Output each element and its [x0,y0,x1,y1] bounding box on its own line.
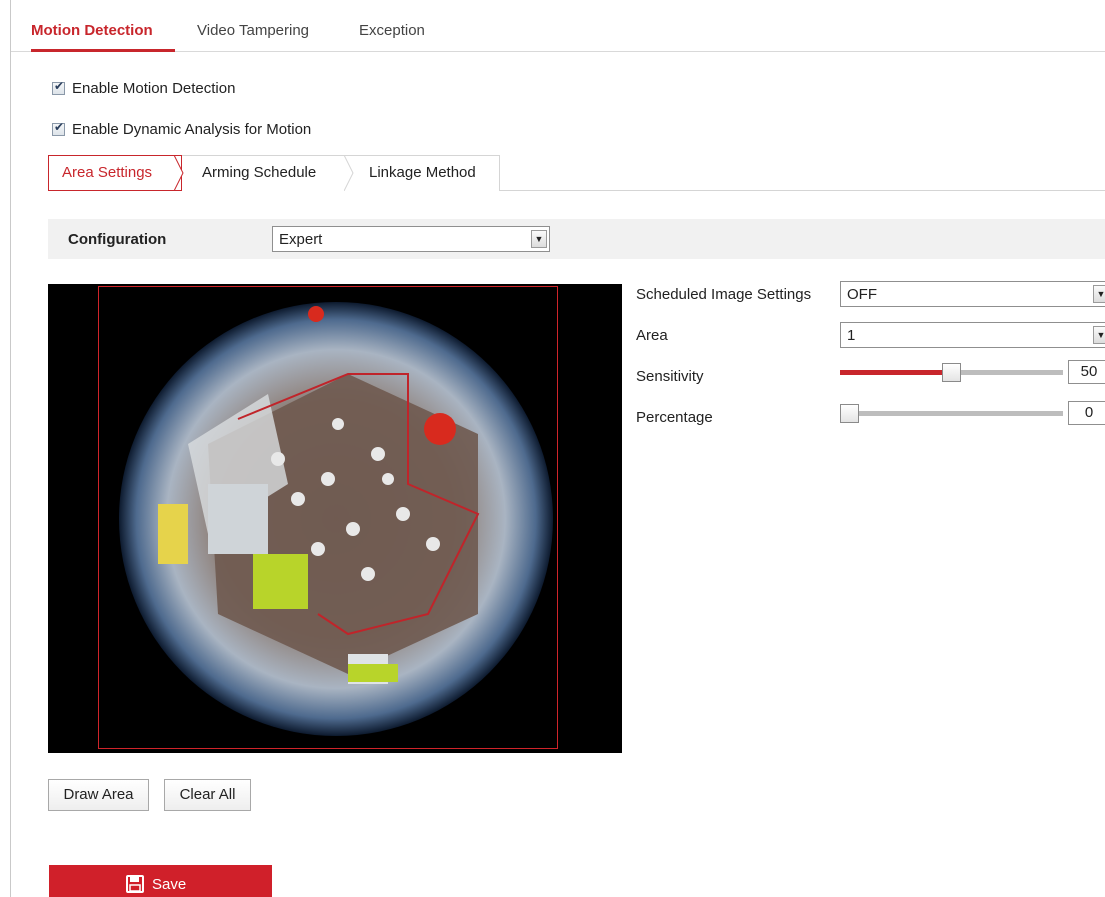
save-label: Save [152,875,187,893]
configuration-row: Configuration Expert ▼ [48,219,1105,259]
slider-thumb[interactable] [942,363,961,382]
enable-motion-detection-row: ✔ Enable Motion Detection [52,79,236,97]
enable-dynamic-analysis-label: Enable Dynamic Analysis for Motion [72,121,312,138]
clear-all-button[interactable]: Clear All [164,779,251,811]
configuration-label: Configuration [68,231,167,248]
active-tab-underline [31,49,175,52]
chevron-down-icon[interactable]: ▼ [1093,285,1105,303]
check-icon: ✔ [54,120,65,134]
floppy-disk-icon [126,875,144,893]
slider-fill [840,370,952,375]
detection-area-outline [98,286,558,749]
area-select[interactable]: 1 ▼ [840,322,1105,348]
tab-separator-arrow [174,155,184,191]
subtab-area-settings[interactable]: Area Settings [62,155,152,191]
sensitivity-slider[interactable] [840,360,1063,384]
subtab-arming-schedule[interactable]: Arming Schedule [202,155,316,191]
tab-video-tampering[interactable]: Video Tampering [197,22,309,39]
chevron-down-icon[interactable]: ▼ [1093,326,1105,344]
enable-dynamic-analysis-row: ✔ Enable Dynamic Analysis for Motion [52,120,312,138]
enable-motion-detection-label: Enable Motion Detection [72,80,236,97]
tab-exception[interactable]: Exception [359,22,425,39]
configuration-value: Expert [279,231,323,248]
save-button[interactable]: Save [49,865,272,897]
video-preview[interactable] [48,284,622,753]
slider-thumb[interactable] [840,404,859,423]
tab-motion-detection[interactable]: Motion Detection [31,22,153,39]
scheduled-image-settings-value: OFF [847,286,877,303]
enable-dynamic-analysis-checkbox[interactable]: ✔ [52,120,65,136]
draw-area-button[interactable]: Draw Area [48,779,149,811]
area-label: Area [636,327,668,344]
subtab-linkage-method[interactable]: Linkage Method [369,155,476,191]
page-left-border [10,0,11,897]
slider-track [840,411,1063,416]
percentage-slider[interactable] [840,401,1063,425]
chevron-down-icon[interactable]: ▼ [531,230,547,248]
enable-motion-detection-checkbox[interactable]: ✔ [52,79,65,95]
sensitivity-label: Sensitivity [636,368,704,385]
area-value: 1 [847,327,856,344]
scheduled-image-settings-select[interactable]: OFF ▼ [840,281,1105,307]
scheduled-image-settings-label: Scheduled Image Settings [636,286,812,303]
check-icon: ✔ [54,79,65,93]
percentage-label: Percentage [636,409,713,426]
configuration-select[interactable]: Expert ▼ [272,226,550,252]
tab-separator-arrow [344,155,354,191]
sensitivity-input[interactable]: 50 [1068,360,1105,384]
percentage-input[interactable]: 0 [1068,401,1105,425]
top-tab-bar: Motion Detection Video Tampering Excepti… [11,14,1105,52]
sub-tab-bar: Area Settings Arming Schedule Linkage Me… [48,155,1105,191]
